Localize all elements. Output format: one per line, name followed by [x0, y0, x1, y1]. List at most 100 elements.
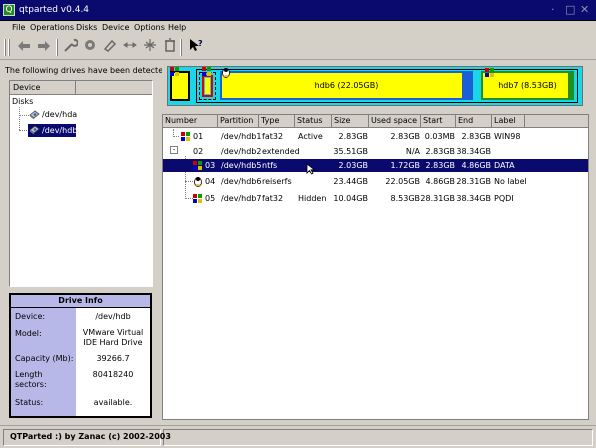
linux-tux-icon: [193, 176, 203, 187]
cell-used: 22.05GB: [385, 177, 420, 186]
cell-end: 4.86GB: [461, 161, 492, 170]
column-type[interactable]: Type: [259, 115, 295, 128]
windows-flag-icon: [181, 132, 191, 141]
partition-row[interactable]: 05 /dev/hdb7 fat32 Hidden 10.04GB 8.53GB…: [163, 192, 588, 205]
toolbar-separator: [180, 39, 182, 56]
eraser-icon[interactable]: [100, 38, 120, 57]
drive-info-label: Capacity (Mb):: [11, 350, 76, 367]
windows-flag-icon: [193, 194, 203, 203]
drive-info-value: available.: [93, 398, 133, 407]
tree-root-disks[interactable]: Disks: [12, 96, 33, 107]
menu-options[interactable]: Options: [134, 23, 165, 33]
cell-partition: /dev/hdb5: [221, 161, 262, 170]
toolbar: ?: [0, 35, 596, 60]
close-button[interactable]: ✕: [580, 3, 589, 17]
menu-help[interactable]: Help: [168, 23, 186, 33]
drive-info-label: Length sectors:: [11, 367, 76, 393]
partition-block-hdb5[interactable]: [199, 72, 216, 100]
status-bar: QTParted :) by Zanac (c) 2002-2003: [0, 425, 596, 448]
partition-block-hdb6[interactable]: hdb6 (22.05GB): [220, 71, 473, 100]
column-status[interactable]: Status: [295, 115, 332, 128]
column-end[interactable]: End: [456, 115, 492, 128]
app-icon: Q: [3, 4, 15, 16]
trash-icon[interactable]: [160, 38, 180, 57]
cell-number: 04: [205, 177, 216, 186]
column-start[interactable]: Start: [421, 115, 456, 128]
column-used-space[interactable]: Used space: [369, 115, 421, 128]
windows-flag-icon: [485, 68, 495, 77]
settings-icon[interactable]: [80, 38, 100, 57]
menu-disks[interactable]: Disks: [76, 23, 97, 33]
menu-bar: File Operations Disks Device Options Hel…: [0, 21, 596, 35]
partition-table[interactable]: Number Partition Type Status Size Used s…: [162, 114, 589, 420]
maximize-button[interactable]: □: [565, 3, 575, 17]
cell-used: 8.53GB: [390, 194, 421, 203]
cell-partition: /dev/hdb1: [221, 132, 262, 141]
cell-label: PQDI: [494, 194, 514, 203]
minimize-button[interactable]: ·: [551, 3, 555, 17]
windows-flag-icon: [193, 161, 203, 170]
drive-info-label: Model:: [11, 326, 76, 350]
cell-size: 23.44GB: [333, 177, 368, 186]
drive-info-value: 39266.7: [96, 354, 130, 363]
partition-row[interactable]: 01 /dev/hdb1 fat32 Active 2.83GB 2.83GB …: [163, 130, 588, 143]
drive-info-value: /dev/hdb: [95, 312, 131, 321]
column-number[interactable]: Number: [163, 115, 218, 128]
column-empty[interactable]: [76, 81, 152, 95]
column-label[interactable]: Label: [492, 115, 525, 128]
cell-size: 2.03GB: [338, 161, 369, 170]
tree-line: [19, 107, 20, 130]
cell-status: Hidden: [298, 194, 327, 203]
drive-tree[interactable]: Device Disks /dev/hda /dev/hdb: [9, 80, 153, 287]
column-device[interactable]: Device: [10, 81, 76, 95]
undo-icon[interactable]: [14, 38, 34, 57]
cell-partition: /dev/hdb7: [221, 194, 262, 203]
linux-tux-icon: [221, 67, 231, 78]
split-icon[interactable]: [140, 38, 160, 57]
column-partition[interactable]: Partition: [218, 115, 259, 128]
cell-number: 01: [193, 132, 204, 141]
mouse-cursor-icon: [306, 163, 318, 175]
partition-row[interactable]: 04 /dev/hdb6 reiserfs 23.44GB 22.05GB 4.…: [163, 175, 588, 188]
title-bar: Q qtparted v0.4.4 · □ ✕: [0, 0, 596, 21]
drive-info-panel: Drive Info Device: /dev/hdb Model: VMwar…: [9, 293, 152, 418]
cell-used: 2.83GB: [390, 132, 421, 141]
drive-info-title: Drive Info: [11, 295, 150, 308]
cell-status: Active: [298, 132, 323, 141]
menu-operations[interactable]: Operations: [30, 23, 74, 33]
toolbar-grip: [8, 39, 10, 56]
move-icon[interactable]: [120, 38, 140, 57]
cell-start: 28.31GB: [420, 194, 455, 203]
cell-end: 2.83GB: [461, 132, 492, 141]
cell-used: N/A: [405, 147, 420, 156]
partition-table-header: Number Partition Type Status Size Used s…: [163, 115, 588, 128]
help-icon[interactable]: ?: [186, 38, 206, 57]
hard-disk-icon: [29, 125, 40, 135]
cell-size: 2.83GB: [338, 132, 369, 141]
drive-info-row: Device: /dev/hdb: [11, 308, 150, 326]
disk-map-frame: hdb6 (22.05GB) hdb7 (8.53GB): [167, 66, 583, 106]
tree-line: [19, 115, 29, 116]
cell-partition: /dev/hdb6: [221, 177, 262, 186]
partition-row[interactable]: 02 /dev/hdb2 extended 35.51GB N/A 2.83GB…: [163, 145, 588, 158]
cell-end: 28.31GB: [456, 177, 491, 186]
cell-type: fat32: [262, 194, 284, 203]
tree-item-hda[interactable]: /dev/hda: [42, 109, 77, 120]
cell-start: 0.03MB: [424, 132, 455, 141]
menu-file[interactable]: File: [12, 23, 25, 33]
cell-partition: /dev/hdb2: [221, 147, 262, 156]
wrench-icon[interactable]: [60, 38, 80, 57]
column-size[interactable]: Size: [332, 115, 369, 128]
cell-start: 4.86GB: [425, 177, 456, 186]
partition-row-selected[interactable]: 03 /dev/hdb5 ntfs 2.03GB 1.72GB 2.83GB 4…: [163, 159, 588, 175]
drives-detected-label: The following drives have been detected:: [5, 66, 171, 75]
cell-number: 05: [205, 194, 216, 203]
partition-label-hdb6: hdb6 (22.05GB): [314, 81, 379, 90]
menu-device[interactable]: Device: [102, 23, 129, 33]
cell-start: 2.83GB: [425, 147, 456, 156]
cell-type: extended: [262, 147, 300, 156]
cell-used: 1.72GB: [390, 161, 421, 170]
tree-item-hdb[interactable]: /dev/hdb: [42, 125, 77, 136]
windows-flag-icon: [170, 67, 180, 76]
redo-icon[interactable]: [34, 38, 54, 57]
